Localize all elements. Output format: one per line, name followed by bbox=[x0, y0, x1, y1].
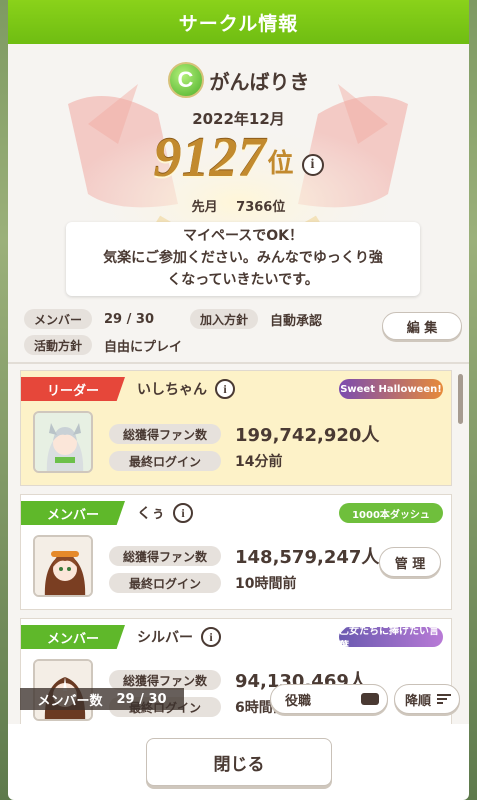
divider bbox=[8, 362, 469, 364]
sort-order-label: 降順 bbox=[405, 693, 432, 709]
circle-header: C がんばりき bbox=[8, 62, 469, 98]
circle-rank-badge: C bbox=[167, 62, 204, 98]
title-badge: Sweet Halloween! bbox=[339, 379, 443, 399]
last-login-value: 14分前 bbox=[235, 454, 283, 470]
ranking-row: 9127 位 i bbox=[8, 130, 469, 186]
members-label: メンバー bbox=[24, 309, 93, 329]
dialog-content: C がんばりき 2022年12月 9127 位 i 先月 7366位 マイペース… bbox=[8, 44, 469, 724]
sort-order-button[interactable]: 降順 bbox=[394, 684, 460, 714]
circle-name: がんばりき bbox=[209, 69, 310, 94]
last-login-value: 10時間前 bbox=[235, 576, 297, 592]
total-fans-label: 総獲得ファン数 bbox=[109, 424, 221, 444]
ranking-period: 2022年12月 bbox=[192, 110, 285, 128]
info-icon[interactable]: i bbox=[301, 154, 324, 176]
member-count: メンバー数 29 / 30 bbox=[20, 688, 184, 710]
total-fans-value: 148,579,247人 bbox=[235, 547, 380, 568]
join-policy-label: 加入方針 bbox=[190, 309, 259, 329]
previous-month-label: 先月 bbox=[191, 200, 218, 215]
message-line: マイペースでOK！ bbox=[182, 228, 304, 244]
role-sort-button[interactable]: 役職 bbox=[270, 684, 388, 714]
dialog-title: サークル情報 bbox=[8, 0, 469, 44]
total-fans-label: 総獲得ファン数 bbox=[109, 546, 221, 566]
avatar[interactable] bbox=[33, 411, 93, 473]
manage-button[interactable]: 管 理 bbox=[379, 547, 441, 577]
info-icon[interactable]: i bbox=[201, 627, 221, 647]
last-login-label: 最終ログイン bbox=[109, 451, 221, 471]
member-name: シルバー bbox=[137, 630, 193, 646]
member-name: くぅ bbox=[137, 506, 165, 522]
title-badge: 乙女たちに捧げたい言葉 bbox=[339, 626, 443, 652]
avatar[interactable] bbox=[33, 535, 93, 597]
title-badge: 1000本ダッシュ bbox=[339, 503, 443, 523]
member-count-label: メンバー数 bbox=[37, 693, 103, 709]
members-value: 29 / 30 bbox=[104, 311, 154, 327]
role-tag: メンバー bbox=[21, 501, 125, 525]
member-count-value: 29 / 30 bbox=[116, 691, 167, 707]
previous-month-value: 7366位 bbox=[236, 200, 286, 215]
edit-button[interactable]: 編 集 bbox=[382, 312, 462, 340]
last-login-label: 最終ログイン bbox=[109, 573, 221, 593]
role-tag: メンバー bbox=[21, 625, 125, 649]
info-icon[interactable]: i bbox=[173, 503, 193, 523]
role-sort-label: 役職 bbox=[285, 693, 312, 709]
ranking-unit: 位 bbox=[267, 149, 294, 179]
member-list-footer: メンバー数 29 / 30 役職 降順 bbox=[8, 684, 469, 724]
join-policy-value: 自動承認 bbox=[270, 313, 323, 329]
close-button[interactable]: 閉じる bbox=[146, 738, 332, 786]
message-line: 気楽にご参加ください。みんなでゆっくり強 bbox=[103, 250, 383, 266]
sort-lines-icon bbox=[437, 694, 451, 704]
ranking-number: 9127 bbox=[153, 127, 266, 189]
member-name: いしちゃん bbox=[137, 382, 207, 398]
activity-policy-value: 自由にプレイ bbox=[104, 339, 183, 355]
info-icon[interactable]: i bbox=[215, 379, 235, 399]
circle-info-dialog: サークル情報 C がんばりき 2022年12月 9127 位 i 先月 7366… bbox=[8, 0, 469, 800]
member-list-scrollbar[interactable] bbox=[458, 374, 463, 424]
circle-message: マイペースでOK！ 気楽にご参加ください。みんなでゆっくり強 くなっていきたいで… bbox=[66, 222, 420, 296]
previous-month-rank: 先月 7366位 bbox=[8, 196, 469, 215]
message-line: くなっていきたいです。 bbox=[167, 272, 319, 288]
member-card-leader[interactable]: リーダー いしちゃん i Sweet Halloween! 総獲得ファン数 19… bbox=[20, 370, 452, 486]
role-tag: リーダー bbox=[21, 377, 125, 401]
activity-policy-label: 活動方針 bbox=[24, 335, 93, 355]
total-fans-value: 199,742,920人 bbox=[235, 425, 380, 446]
member-list[interactable]: リーダー いしちゃん i Sweet Halloween! 総獲得ファン数 19… bbox=[20, 370, 460, 724]
member-card[interactable]: メンバー くぅ i 1000本ダッシュ 総獲得ファン数 148,579,247人… bbox=[20, 494, 452, 610]
comment-icon bbox=[361, 693, 379, 705]
